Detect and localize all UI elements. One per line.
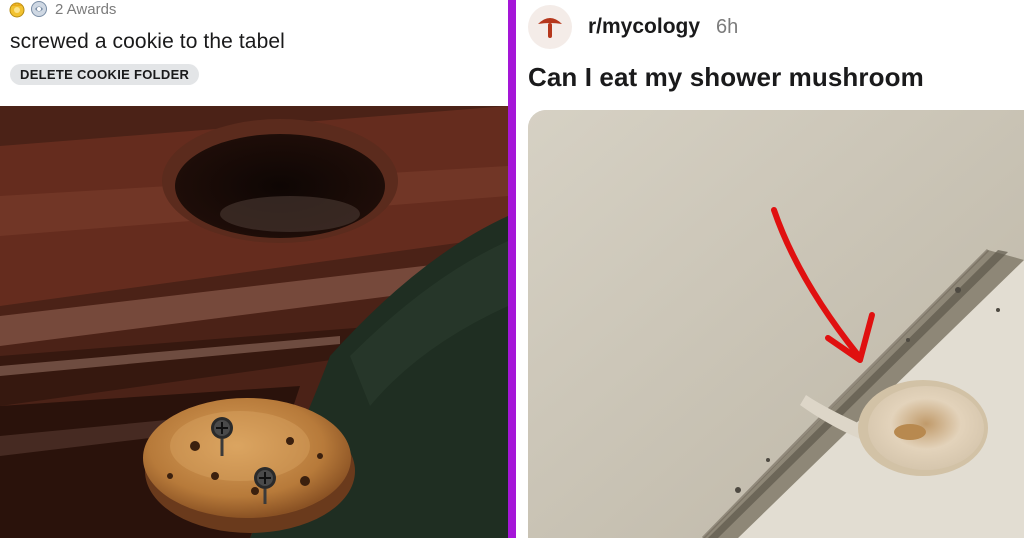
post-title[interactable]: screwed a cookie to the tabel — [10, 30, 285, 54]
gold-award-icon — [8, 0, 26, 18]
cookie-screwed-to-table-photo[interactable] — [0, 106, 508, 538]
post-flair[interactable]: DELETE COOKIE FOLDER — [10, 64, 200, 85]
mushroom-icon[interactable] — [528, 5, 572, 49]
post-age: 6h — [716, 15, 739, 38]
post-title[interactable]: Can I eat my shower mushroom — [528, 62, 924, 93]
post-header: r/mycology 6h — [528, 5, 738, 49]
right-post: r/mycology 6h Can I eat my shower mushro… — [516, 0, 1024, 538]
awards-row[interactable]: 2 Awards — [8, 0, 116, 18]
subreddit-name[interactable]: r/mycology — [588, 15, 700, 39]
panel-divider — [508, 0, 516, 538]
left-post: 2 Awards screwed a cookie to the tabel D… — [0, 0, 508, 538]
awards-count: 2 Awards — [55, 0, 117, 18]
shower-mushroom-photo[interactable] — [528, 110, 1024, 538]
helpful-award-icon — [30, 0, 48, 18]
